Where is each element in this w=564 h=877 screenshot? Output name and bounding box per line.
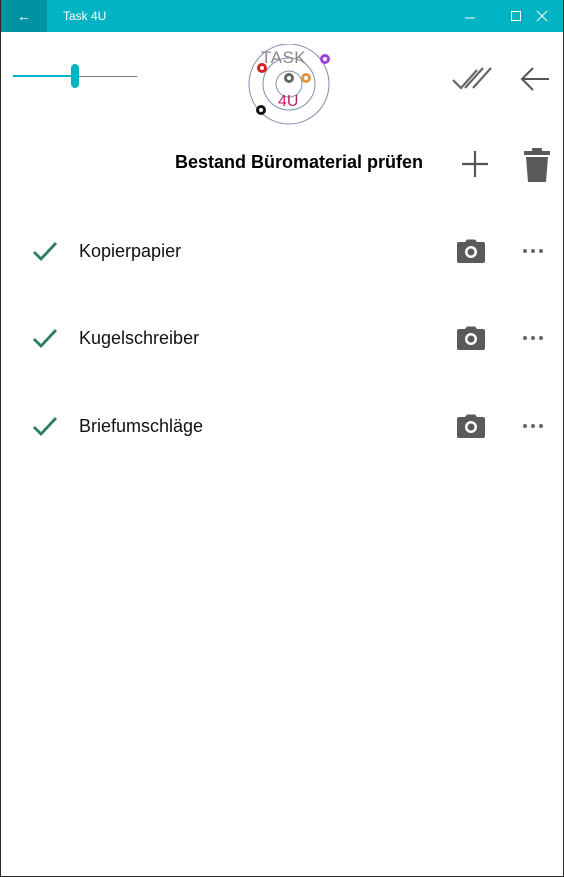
camera-icon bbox=[457, 326, 485, 350]
slider-track-empty bbox=[79, 75, 137, 77]
list-title: Bestand Büromaterial prüfen bbox=[174, 152, 423, 172]
item-more-button[interactable] bbox=[515, 322, 551, 354]
item-more-button[interactable] bbox=[515, 235, 551, 267]
titlebar-back-button[interactable]: ← bbox=[1, 0, 47, 32]
check-icon bbox=[33, 329, 58, 349]
item-label: Briefumschläge bbox=[79, 416, 204, 436]
close-button[interactable] bbox=[519, 0, 564, 32]
item-check-button[interactable] bbox=[31, 412, 59, 440]
camera-icon bbox=[457, 414, 485, 438]
zoom-slider[interactable] bbox=[13, 62, 137, 90]
arrow-left-icon: ← bbox=[17, 8, 31, 24]
camera-icon bbox=[457, 239, 485, 263]
plus-icon bbox=[462, 151, 488, 177]
logo-text-4u: 4U bbox=[278, 93, 299, 110]
item-more-button[interactable] bbox=[515, 410, 551, 442]
add-item-button[interactable] bbox=[455, 144, 495, 184]
trash-icon bbox=[524, 148, 550, 182]
item-camera-button[interactable] bbox=[453, 410, 489, 442]
check-all-button[interactable] bbox=[447, 62, 497, 96]
delete-list-button[interactable] bbox=[515, 144, 559, 186]
slider-track-filled bbox=[13, 75, 74, 77]
minimize-button[interactable] bbox=[447, 0, 493, 32]
item-camera-button[interactable] bbox=[453, 322, 489, 354]
window-title: Task 4U bbox=[63, 9, 107, 23]
arrow-left-icon bbox=[520, 67, 549, 91]
app-window: ← Task 4U TASK 4U Bestand Büromaterial p… bbox=[0, 0, 564, 877]
app-logo: TASK 4U bbox=[245, 43, 333, 128]
item-check-button[interactable] bbox=[31, 324, 59, 352]
close-icon bbox=[536, 10, 548, 22]
item-check-button[interactable] bbox=[31, 237, 59, 265]
back-button[interactable] bbox=[513, 62, 557, 96]
more-horizontal-icon bbox=[523, 249, 543, 253]
list-item: Kopierpapier bbox=[1, 231, 563, 271]
title-bar: ← Task 4U bbox=[1, 0, 563, 32]
list-item: Kugelschreiber bbox=[1, 318, 563, 358]
more-horizontal-icon bbox=[523, 424, 543, 428]
check-icon bbox=[33, 242, 58, 262]
logo-text-task: TASK bbox=[261, 48, 307, 67]
minimize-icon bbox=[465, 17, 475, 19]
slider-thumb[interactable] bbox=[71, 64, 79, 88]
item-label: Kopierpapier bbox=[79, 241, 182, 261]
item-camera-button[interactable] bbox=[453, 235, 489, 267]
double-check-icon bbox=[452, 67, 492, 90]
more-horizontal-icon bbox=[523, 336, 543, 340]
item-label: Kugelschreiber bbox=[79, 328, 200, 348]
check-icon bbox=[33, 417, 58, 437]
list-item: Briefumschläge bbox=[1, 406, 563, 446]
